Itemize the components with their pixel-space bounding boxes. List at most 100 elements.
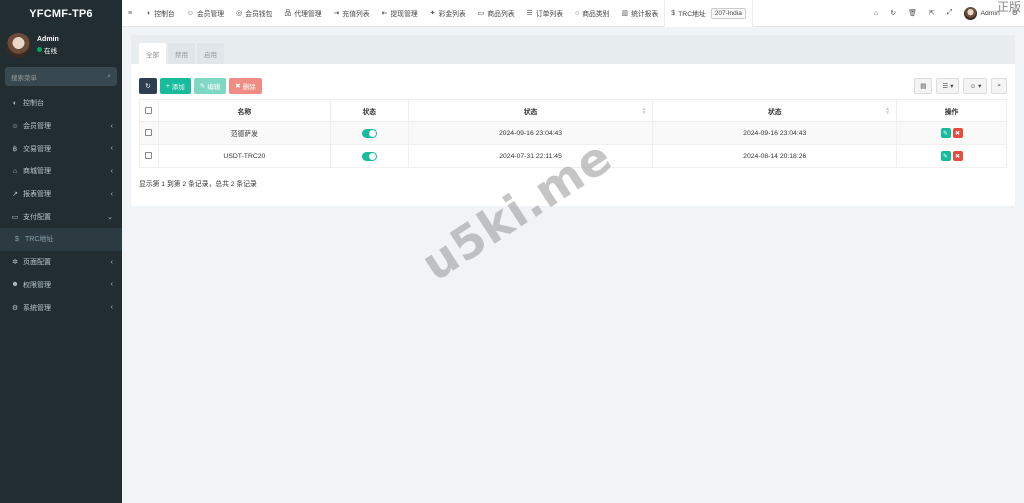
sort-icon[interactable]: ▲ ▼ [641,107,646,116]
sidebar-item-4[interactable]: ↗ 报表管理 ‹ [0,183,122,206]
add-button[interactable]: + 添加 [160,78,191,94]
sitemap-icon: 品 [284,10,292,17]
sidebar-item-label: 权限管理 [23,281,51,289]
delete-row-button[interactable]: ✖ [952,128,963,138]
tab-trc-address-label: TRC地址 [678,11,706,18]
delete-row-button[interactable]: ✖ [952,151,963,161]
app-logo[interactable]: YFCMF-TP6 [0,0,122,27]
search-icon[interactable]: ⌕ [107,73,111,81]
bar-chart-icon: ▥ [621,10,629,17]
table-header-row: 名称 状态 状态 ▲ ▼ 状态 ▲ ▼ 操作 [139,99,1007,122]
sign-in-icon: ⇥ [333,10,340,17]
row-checkbox[interactable] [145,152,153,160]
nav-tab-2[interactable]: ☺ 会员管理 [181,0,230,27]
home-button[interactable]: ⌂ [868,0,884,27]
refresh-button[interactable]: ↻ [139,78,157,94]
corner-text: 正版 [996,0,1021,14]
sidebar-item-label: 页面配置 [23,259,51,267]
credit-card-icon: ▭ [11,213,19,221]
user-panel: Admin 在线 [0,27,122,63]
dashboard-icon: ◐ [147,9,152,17]
online-dot-icon [37,47,42,52]
sign-out-icon: ⇤ [381,10,388,17]
col-created[interactable]: 状态 ▲ ▼ [407,99,654,122]
refresh-button[interactable]: ↻ [884,0,902,27]
nav-tab-5[interactable]: ⇥ 充值列表 [328,0,376,27]
nav-tab-1[interactable]: ◐ 控制台 [141,0,181,27]
nav-tab-6[interactable]: ⇤ 提现管理 [376,0,424,27]
nav-tab-4[interactable]: 品代理管理 [278,0,327,27]
dollar-icon: $ [671,9,676,17]
cell-name: USDT-TRC20 [157,144,331,168]
nav-tab-8[interactable]: ▭ 商品列表 [472,0,521,27]
delete-button[interactable]: ✖ 删除 [229,78,262,94]
nav-tab-label: 商品类别 [582,11,610,18]
sidebar-search-input[interactable]: 搜索菜单 ⌕ [5,67,117,86]
pencil-icon: ✎ [199,83,206,90]
external-link-button[interactable]: ⇱ [923,0,941,27]
sidebar-item-8[interactable]: ☻ 权限管理 ‹ [0,274,122,297]
tab-badge: 207-India [710,7,746,19]
user-name: Admin [37,35,59,43]
edit-row-button[interactable]: ✎ [940,151,951,161]
nav-tab-10[interactable]: ○ 商品类别 [569,0,615,27]
tab-trc-address[interactable]: $ TRC地址 207-India [664,0,753,27]
sidebar: YFCMF-TP6 Admin 在线 搜索菜单 ⌕ ◐ 控制台 ☺ 会员管理 ‹ ฿ 交易管… [0,0,122,503]
nav-tab-0[interactable]: ≡ [122,0,141,27]
select-all-checkbox[interactable] [145,106,153,114]
sidebar-item-0[interactable]: ◐ 控制台 [0,92,122,115]
tab-all[interactable]: 全部 [139,43,166,64]
status-toggle[interactable] [361,151,377,161]
caret-down-icon: ▾ [950,83,954,90]
users-icon: ☻ [11,281,19,289]
shop-icon: ⌂ [12,167,18,175]
chevron-icon: ‹ [110,145,113,153]
nav-tab-11[interactable]: ▥ 统计报表 [615,0,664,27]
nav-tab-label: 会员管理 [196,11,225,18]
nav-tab-7[interactable]: ✦ 彩金列表 [424,0,472,27]
trash-button[interactable]: 🗑 [902,0,923,27]
columns-dropdown-button[interactable]: ☰ ▾ [936,78,960,94]
cell-updated: 2024-09-16 23:04:43 [652,121,898,145]
col-updated[interactable]: 状态 ▲ ▼ [652,99,898,122]
external-link-icon: ⇱ [928,10,935,17]
home-icon: ⌂ [873,9,879,17]
search-toggle-button[interactable]: ⌕ [991,78,1007,94]
nav-tab-label: 代理管理 [294,11,322,18]
sidebar-item-5[interactable]: ▭ 支付配置 ⌄ [0,205,122,228]
chevron-icon: ⌄ [107,213,113,221]
sidebar-item-1[interactable]: ☺ 会员管理 ‹ [0,115,122,138]
sidebar-item-label: 支付配置 [23,213,51,221]
dashboard-icon: ◐ [12,99,18,107]
status-toggle[interactable] [361,128,377,138]
tab-enabled[interactable]: 启用 [197,43,224,64]
row-checkbox[interactable] [145,129,153,137]
fullscreen-button[interactable]: ⤢ [941,0,959,27]
cell-created: 2024-07-31 22:11:45 [407,144,654,168]
line-chart-icon: ↗ [12,191,18,199]
sidebar-item-label: 商城管理 [23,168,51,176]
edit-row-button[interactable]: ✎ [940,128,951,138]
row-select-cell[interactable] [139,144,159,168]
cell-status [329,144,409,168]
edit-button[interactable]: ✎ 编辑 [193,78,227,94]
sidebar-item-9[interactable]: ⚙ 系统管理 ‹ [0,296,122,319]
sidebar-item-7[interactable]: ✲ 页面配置 ‹ [0,251,122,274]
cell-actions: ✎ ✖ [896,144,1007,168]
sidebar-item-3[interactable]: ⌂ 商城管理 ‹ [0,160,122,183]
select-all-header[interactable] [139,99,159,122]
sidebar-item-label: TRC地址 [25,236,54,244]
wallet-icon: ◎ [236,10,243,17]
sidebar-search-placeholder: 搜索菜单 [11,74,37,82]
row-select-cell[interactable] [139,121,159,145]
col-actions: 操作 [896,99,1007,122]
tab-disabled[interactable]: 禁用 [168,43,195,64]
sidebar-item-2[interactable]: ฿ 交易管理 ‹ [0,137,122,160]
nav-tab-3[interactable]: ◎ 会员钱包 [230,0,278,27]
toggle-view-button[interactable]: ▤ [914,78,933,94]
nav-tab-9[interactable]: ☰ 订单列表 [521,0,569,27]
sort-icon[interactable]: ▲ ▼ [885,107,890,116]
sidebar-item-6[interactable]: $ TRC地址 [0,228,122,251]
export-dropdown-button[interactable]: ☺ ▾ [963,78,988,94]
monitor-icon: ▭ [477,10,485,17]
